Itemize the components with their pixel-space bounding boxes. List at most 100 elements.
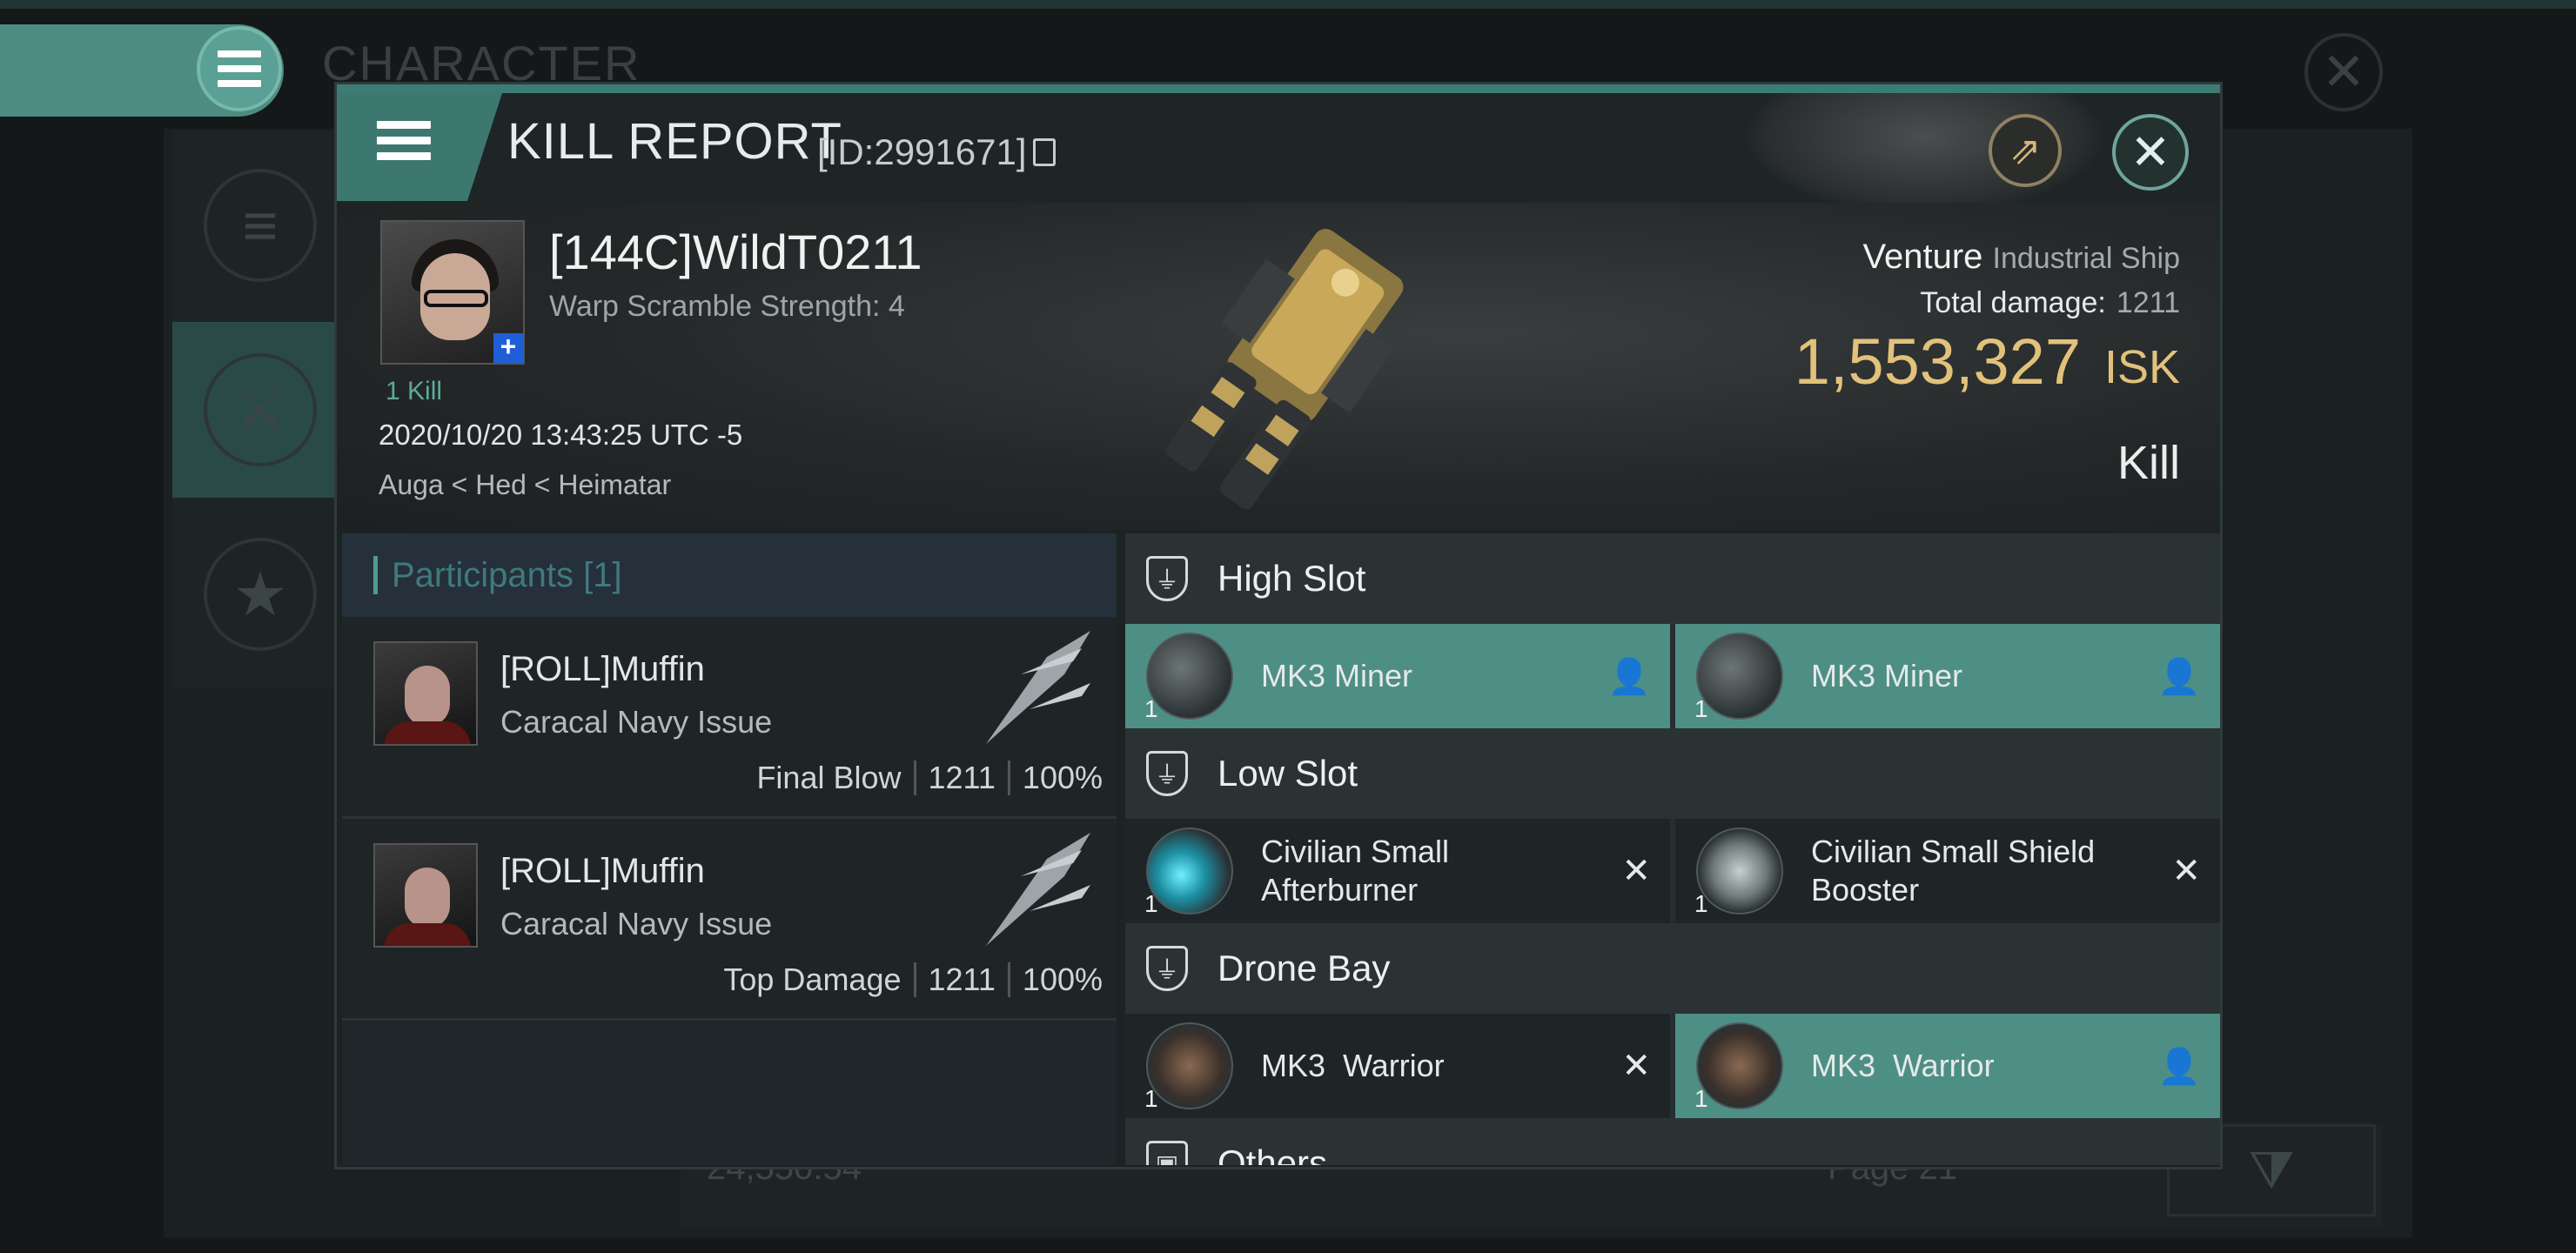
module-name: MK3 Warrior <box>1261 1048 1445 1083</box>
avatar-glasses <box>424 290 488 307</box>
module-quantity: 1 <box>1144 1085 1158 1112</box>
afterburner-module-icon <box>1146 828 1233 915</box>
list-icon[interactable]: ≡ <box>204 169 317 282</box>
star-badge-icon[interactable]: ★ <box>204 538 317 651</box>
kill-location[interactable]: Auga < Hed < Heimatar <box>379 469 671 501</box>
warrior-drone-icon <box>1146 1022 1233 1109</box>
module-item[interactable]: 1 MK3 Warrior ✕ <box>1125 1014 1670 1118</box>
high-slot-label: High Slot <box>1218 558 1366 599</box>
divider <box>1007 962 1010 997</box>
modal-title: KILL REPORT <box>507 113 842 170</box>
drone-bay-row: 1 MK3 Warrior ✕ 1 MK3 Warrior 👤 <box>1125 1014 2220 1118</box>
low-slot-label: Low Slot <box>1218 753 1358 794</box>
low-slot-row: 1 Civilian Small Afterburner ✕ 1 Civilia… <box>1125 819 2220 923</box>
participant-stats: Top Damage 1211 100% <box>723 962 1103 998</box>
module-quantity: 1 <box>1144 695 1158 722</box>
module-name: Civilian Small Shield Booster <box>1811 834 2096 908</box>
kill-datetime: 2020/10/20 13:43:25 UTC -5 <box>379 419 743 451</box>
external-link-icon: ⇗ <box>2009 129 2042 172</box>
ship-type[interactable]: Venture Industrial Ship <box>1863 238 2180 277</box>
isk-value: 1,553,327 <box>1794 325 2081 398</box>
miner-module-icon <box>1696 633 1783 720</box>
copy-icon[interactable] <box>1033 138 1056 166</box>
ship-class: Industrial Ship <box>1992 242 2180 275</box>
modal-accent-bar <box>337 84 2220 93</box>
kill-report-modal: KILL REPORT [ID:2991671] ⇗ ✕ + [144C]Wil… <box>334 82 2223 1169</box>
participant-damage: 1211 <box>928 962 996 997</box>
drone-bay-header: ⏚ Drone Bay <box>1125 923 2220 1014</box>
avatar-face <box>405 666 450 727</box>
avatar-collar <box>384 721 471 744</box>
modal-header: KILL REPORT [ID:2991671] ⇗ ✕ <box>337 93 2220 203</box>
total-damage: Total damage: 1211 <box>1920 286 2180 320</box>
add-contact-icon[interactable]: + <box>493 332 523 363</box>
isk-unit: ISK <box>2103 341 2180 393</box>
victim-avatar[interactable]: + <box>380 220 525 365</box>
participant-ship: Caracal Navy Issue <box>500 906 773 941</box>
drone-bay-label: Drone Bay <box>1218 948 1391 988</box>
hamburger-icon <box>377 121 431 160</box>
module-quantity: 1 <box>1694 695 1708 722</box>
participant-row[interactable]: [ROLL]Muffin Caracal Navy Issue Top Dama… <box>342 819 1117 1021</box>
module-name: MK3 Miner <box>1261 658 1413 694</box>
close-button[interactable]: ✕ <box>2112 114 2189 191</box>
top-status-line <box>0 0 2576 9</box>
module-item[interactable]: 1 MK3 Miner 👤 <box>1675 624 2220 728</box>
dropped-person-icon: 👤 <box>2157 1047 2201 1086</box>
participant-role: Final Blow <box>756 760 902 795</box>
hamburger-icon <box>218 50 261 87</box>
participant-percent: 100% <box>1022 962 1103 997</box>
divider <box>1007 761 1010 795</box>
close-icon: ✕ <box>2130 124 2171 179</box>
caracal-ship-image <box>986 631 1090 744</box>
destroyed-x-icon: ✕ <box>1621 1047 1651 1085</box>
background-menu-button[interactable] <box>197 26 282 111</box>
module-quantity: 1 <box>1694 890 1708 917</box>
avatar-face <box>405 868 450 928</box>
high-slot-row: 1 MK3 Miner 👤 1 MK3 Miner 👤 <box>1125 624 2220 728</box>
total-damage-label: Total damage: <box>1920 286 2106 319</box>
destroyed-x-icon: ✕ <box>1621 852 1651 890</box>
dropped-person-icon: 👤 <box>1607 657 1651 696</box>
victim-name[interactable]: [144C]WildT0211 <box>549 224 922 280</box>
header-accent-bar <box>373 556 378 594</box>
warp-scramble-strength: Warp Scramble Strength: 4 <box>549 290 905 323</box>
modal-menu-button[interactable] <box>337 93 502 201</box>
module-quantity: 1 <box>1694 1085 1708 1112</box>
module-name: MK3 Warrior <box>1811 1048 1995 1083</box>
drone-bay-icon: ⏚ <box>1146 946 1188 991</box>
cargo-box-icon: ▣ <box>1146 1141 1188 1165</box>
module-item[interactable]: 1 Civilian Small Shield Booster ✕ <box>1675 819 2220 923</box>
module-item[interactable]: 1 MK3 Miner 👤 <box>1125 624 1670 728</box>
participants-title: Participants [1] <box>392 555 622 594</box>
participant-percent: 100% <box>1022 760 1103 795</box>
module-name: Civilian Small Afterburner <box>1261 834 1450 908</box>
share-button[interactable]: ⇗ <box>1989 114 2062 187</box>
report-id: [ID:2991671] <box>817 131 1027 172</box>
participant-avatar[interactable] <box>373 641 478 746</box>
fitting-panel: ⏚ High Slot 1 MK3 Miner 👤 1 MK3 Miner 👤 … <box>1125 533 2220 1165</box>
participant-avatar[interactable] <box>373 843 478 948</box>
low-slot-header: ⏚ Low Slot <box>1125 728 2220 819</box>
low-slot-icon: ⏚ <box>1146 751 1188 796</box>
total-damage-value: 1211 <box>2116 286 2180 319</box>
warrior-drone-icon <box>1696 1022 1783 1109</box>
avatar-collar <box>384 923 471 946</box>
high-slot-icon: ⏚ <box>1146 556 1188 601</box>
caracal-ship-image <box>986 833 1090 946</box>
module-quantity: 1 <box>1144 890 1158 917</box>
others-label: Others <box>1218 1142 1328 1165</box>
participant-damage: 1211 <box>928 760 996 795</box>
participant-row[interactable]: [ROLL]Muffin Caracal Navy Issue Final Bl… <box>342 617 1117 819</box>
high-slot-header: ⏚ High Slot <box>1125 533 2220 624</box>
miner-module-icon <box>1146 633 1233 720</box>
participants-header: Participants [1] <box>342 533 1117 617</box>
ship-name: Venture <box>1862 238 1983 276</box>
participant-role: Top Damage <box>723 962 902 997</box>
module-item[interactable]: 1 MK3 Warrior 👤 <box>1675 1014 2220 1118</box>
divider <box>913 962 916 997</box>
crossed-swords-icon[interactable]: ⚔ <box>204 353 317 466</box>
module-item[interactable]: 1 Civilian Small Afterburner ✕ <box>1125 819 1670 923</box>
participant-name: [ROLL]Muffin <box>500 852 705 890</box>
background-close-icon[interactable]: ✕ <box>2304 33 2383 111</box>
